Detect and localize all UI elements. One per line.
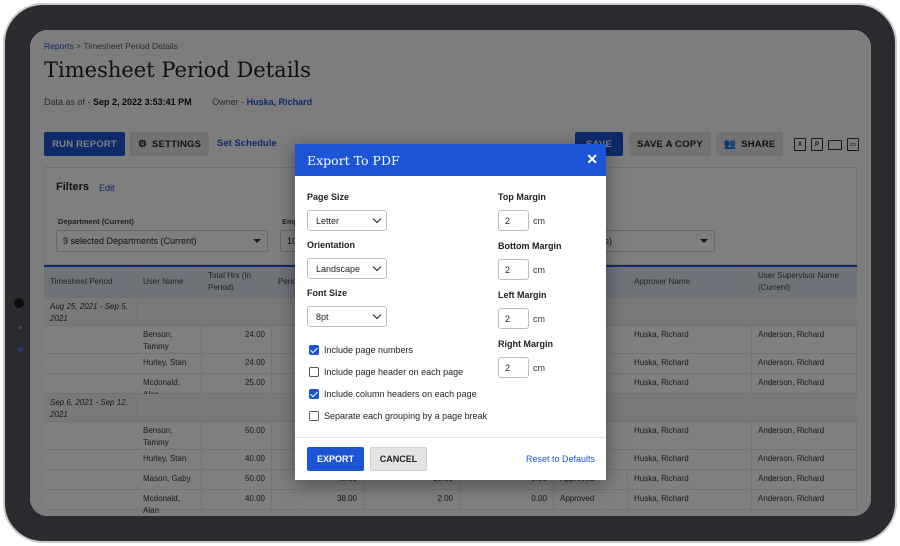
cancel-button[interactable]: CANCEL — [370, 447, 427, 471]
unit-label: cm — [533, 216, 545, 226]
screen: Reports > Timesheet Period Details Times… — [30, 30, 871, 516]
checkbox-unchecked[interactable] — [309, 411, 319, 421]
font-size-select[interactable]: 8pt — [307, 306, 387, 327]
top-margin-input[interactable]: 2 — [498, 210, 529, 231]
unit-label: cm — [533, 265, 545, 275]
checkbox-checked[interactable] — [309, 389, 319, 399]
chevron-down-icon — [372, 310, 382, 320]
dialog-footer: EXPORT CANCEL Reset to Defaults — [295, 437, 606, 480]
bottom-margin-input[interactable]: 2 — [498, 259, 529, 280]
top-margin-label: Top Margin — [498, 192, 546, 202]
unit-label: cm — [533, 314, 545, 324]
reset-to-defaults-link[interactable]: Reset to Defaults — [526, 454, 595, 464]
checkbox-checked[interactable] — [309, 345, 319, 355]
page-size-label: Page Size — [307, 192, 350, 202]
page-size-select[interactable]: Letter — [307, 210, 387, 231]
include-page-numbers-checkbox[interactable]: Include page numbers — [309, 345, 413, 355]
checkbox-unchecked[interactable] — [309, 367, 319, 377]
bottom-margin-label: Bottom Margin — [498, 241, 562, 251]
right-margin-label: Right Margin — [498, 339, 553, 349]
export-pdf-dialog: Export To PDF ✕ Page Size Letter Orienta… — [295, 144, 606, 480]
chevron-down-icon — [372, 214, 382, 224]
include-page-header-checkbox[interactable]: Include page header on each page — [309, 367, 463, 377]
font-size-label: Font Size — [307, 288, 347, 298]
camera-icon — [14, 298, 24, 308]
left-margin-input[interactable]: 2 — [498, 308, 529, 329]
dialog-title: Export To PDF — [307, 152, 400, 168]
close-icon[interactable]: ✕ — [586, 151, 598, 168]
include-column-headers-checkbox[interactable]: Include column headers on each page — [309, 389, 477, 399]
right-margin-input[interactable]: 2 — [498, 357, 529, 378]
left-margin-label: Left Margin — [498, 290, 547, 300]
sensor-dot — [19, 326, 22, 329]
export-button[interactable]: EXPORT — [307, 447, 364, 471]
separate-grouping-checkbox[interactable]: Separate each grouping by a page break — [309, 411, 487, 421]
chevron-down-icon — [372, 262, 382, 272]
orientation-label: Orientation — [307, 240, 356, 250]
unit-label: cm — [533, 363, 545, 373]
sensor-dot — [18, 347, 23, 352]
orientation-select[interactable]: Landscape — [307, 258, 387, 279]
dialog-header: Export To PDF ✕ — [295, 144, 606, 176]
